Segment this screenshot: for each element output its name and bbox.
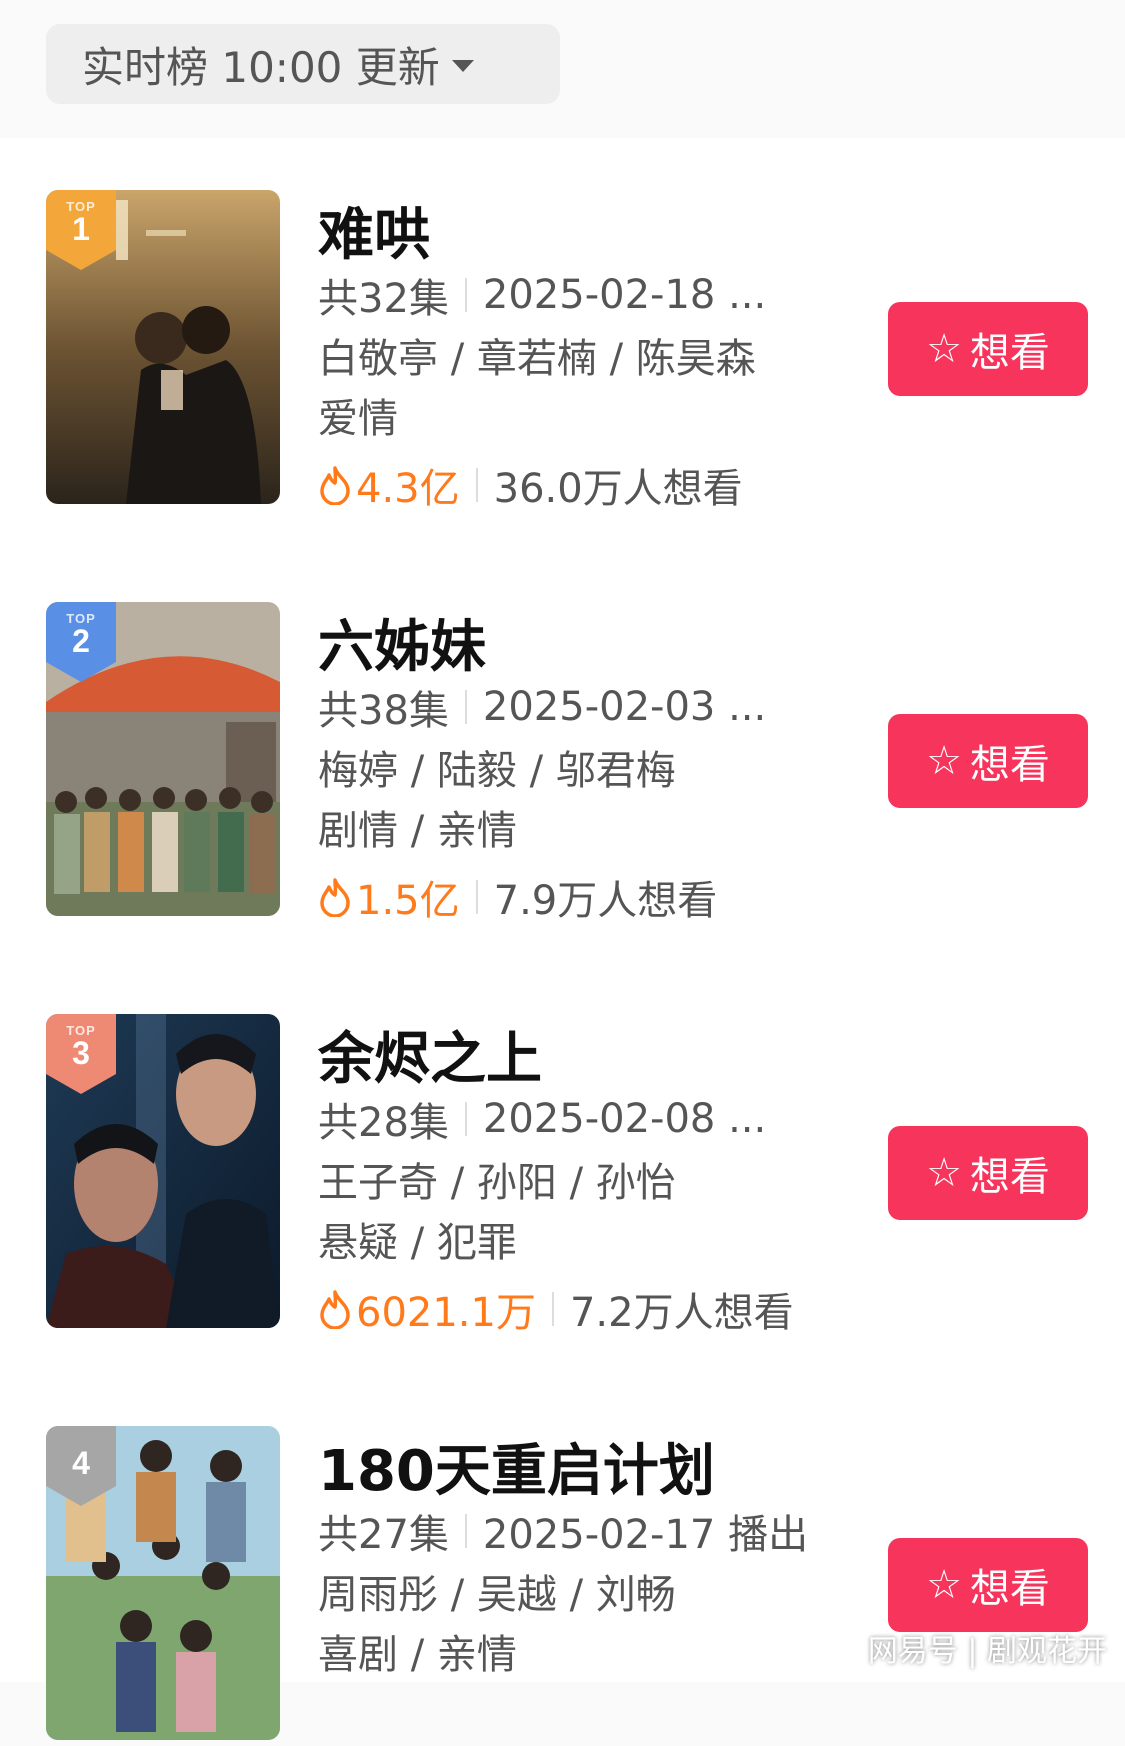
list-item[interactable]: TOP 2 六姊妹 共38集 2025-02-03 ... 梅婷 / 陆毅 / … — [0, 602, 1125, 924]
update-time-label: 实时榜 10:00 更新 — [82, 42, 440, 92]
divider — [464, 690, 467, 724]
release-date: 2025-02-18 ... — [482, 272, 767, 318]
genre-tags: 喜剧 / 亲情 — [318, 1632, 517, 1678]
realtime-chart-dropdown[interactable]: 实时榜 10:00 更新 — [46, 24, 560, 104]
release-date: 2025-02-03 ... — [482, 684, 767, 730]
list-item[interactable]: 4 180天重启计划 共27集 2025-02-17 播出 周雨彤 / 吴越 /… — [0, 1426, 1125, 1746]
rank-number: 1 — [72, 211, 90, 247]
episode-count: 共27集 — [318, 1512, 449, 1558]
flame-icon — [320, 878, 350, 917]
want-button-label: 想看 — [969, 742, 1050, 788]
rank-number: 4 — [72, 1445, 90, 1481]
stats-row: 4.3亿 36.0万人想看 — [318, 456, 743, 514]
list-item[interactable]: TOP 1 难哄 共32集 2025-02-18 ... 白敬亭 / 章若楠 /… — [0, 190, 1125, 512]
cast-list: 周雨彤 / 吴越 / 刘畅 — [318, 1572, 676, 1618]
genre-tags: 剧情 / 亲情 — [318, 808, 517, 854]
ranking-list: TOP 1 难哄 共32集 2025-02-18 ... 白敬亭 / 章若楠 /… — [0, 138, 1125, 1740]
watermark: 网易号 | 剧观花开 — [867, 1634, 1107, 1669]
cast-list: 梅婷 / 陆毅 / 邬君梅 — [318, 748, 676, 794]
poster-image[interactable]: TOP 2 — [46, 602, 280, 916]
divider — [464, 278, 467, 312]
heat-value: 4.3亿 — [356, 466, 460, 512]
poster-image[interactable]: TOP 3 — [46, 1014, 280, 1328]
flame-icon — [320, 1290, 350, 1329]
meta-row: 共32集 2025-02-18 ... — [318, 266, 766, 324]
badge-top-label: TOP — [66, 199, 96, 214]
star-icon: ☆ — [926, 326, 962, 372]
star-icon: ☆ — [926, 738, 962, 784]
badge-top-label: TOP — [66, 1023, 96, 1038]
cast-list: 王子奇 / 孙阳 / 孙怡 — [318, 1160, 676, 1206]
caret-down-icon — [451, 60, 474, 72]
release-date: 2025-02-08 ... — [482, 1096, 767, 1142]
poster-image[interactable]: 4 — [46, 1426, 280, 1740]
episode-count: 共28集 — [318, 1100, 449, 1146]
episode-count: 共38集 — [318, 688, 449, 734]
want-button-label: 想看 — [969, 1566, 1050, 1612]
want-button-label: 想看 — [969, 1154, 1050, 1200]
want-count: 36.0万人想看 — [493, 466, 743, 512]
divider — [464, 1514, 467, 1548]
rank-number: 3 — [72, 1035, 90, 1071]
stats-row: 6021.1万 7.2万人想看 — [318, 1280, 794, 1338]
rank-number: 2 — [72, 623, 90, 659]
star-icon: ☆ — [926, 1562, 962, 1608]
show-title[interactable]: 余烬之上 — [318, 1014, 542, 1095]
want-to-watch-button[interactable]: ☆ 想看 — [888, 714, 1088, 808]
star-icon: ☆ — [926, 1150, 962, 1196]
want-to-watch-button[interactable]: ☆ 想看 — [888, 302, 1088, 396]
want-button-label: 想看 — [969, 330, 1050, 376]
heat-value: 6021.1万 — [356, 1290, 536, 1336]
episode-count: 共32集 — [318, 276, 449, 322]
divider — [475, 880, 478, 914]
release-date: 2025-02-17 播出 — [482, 1512, 809, 1558]
heat-value: 1.5亿 — [356, 878, 460, 924]
poster-image[interactable]: TOP 1 — [46, 190, 280, 504]
want-to-watch-button[interactable]: ☆ 想看 — [888, 1538, 1088, 1632]
flame-icon — [320, 466, 350, 505]
show-title[interactable]: 六姊妹 — [318, 602, 486, 683]
show-title[interactable]: 难哄 — [318, 190, 430, 271]
meta-row: 共28集 2025-02-08 ... — [318, 1090, 766, 1148]
genre-tags: 爱情 — [318, 396, 398, 442]
show-title[interactable]: 180天重启计划 — [318, 1426, 715, 1507]
meta-row: 共27集 2025-02-17 播出 — [318, 1502, 808, 1560]
stats-row: 1.5亿 7.9万人想看 — [318, 868, 717, 926]
meta-row: 共38集 2025-02-03 ... — [318, 678, 766, 736]
list-item[interactable]: TOP 3 余烬之上 共28集 2025-02-08 ... 王子奇 / 孙阳 … — [0, 1014, 1125, 1336]
want-to-watch-button[interactable]: ☆ 想看 — [888, 1126, 1088, 1220]
divider — [464, 1102, 467, 1136]
badge-top-label: TOP — [66, 611, 96, 626]
divider — [475, 468, 478, 502]
cast-list: 白敬亭 / 章若楠 / 陈昊森 — [318, 336, 756, 382]
want-count: 7.9万人想看 — [493, 878, 718, 924]
want-count: 7.2万人想看 — [569, 1290, 794, 1336]
divider — [551, 1292, 554, 1326]
genre-tags: 悬疑 / 犯罪 — [318, 1220, 517, 1266]
